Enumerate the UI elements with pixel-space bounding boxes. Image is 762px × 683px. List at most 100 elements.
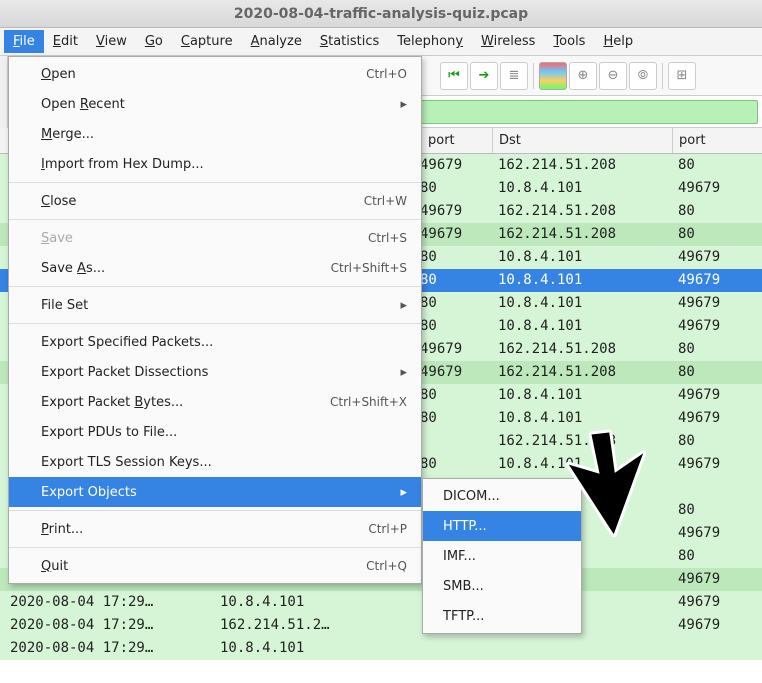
cell-port1: 49679 [420, 361, 492, 384]
menu-telephony[interactable]: Telephony [388, 30, 472, 53]
cell-dst: 10.8.4.101 [492, 315, 672, 338]
cell-dst: 10.8.4.101 [492, 269, 672, 292]
cell-dst: 10.8.4.101 [492, 407, 672, 430]
file-quit[interactable]: QuitCtrl+Q [9, 551, 421, 581]
go-next-button[interactable]: ➔ [470, 62, 498, 90]
column-header-port2[interactable]: port [672, 128, 762, 153]
cell-port2: 49679 [672, 177, 762, 200]
file-save-as[interactable]: Save As...Ctrl+Shift+S [9, 253, 421, 283]
file-export-dissections[interactable]: Export Packet Dissections▸ [9, 357, 421, 387]
cell-port2: 49679 [672, 591, 762, 614]
cell-dst: 162.214.51.208 [492, 200, 672, 223]
menu-separator [9, 219, 421, 220]
go-first-button[interactable]: ⏮ [440, 62, 468, 90]
cell-time: 2020-08-04 17:29… [0, 637, 220, 660]
cell-port2: 49679 [672, 384, 762, 407]
cell-dst: 10.8.4.101 [492, 177, 672, 200]
cell-port1: 80 [420, 292, 492, 315]
file-import-hex[interactable]: Import from Hex Dump... [9, 149, 421, 179]
cell-time: 2020-08-04 17:29… [0, 614, 220, 637]
export-objects-dicom[interactable]: DICOM... [423, 481, 581, 511]
cell-src: 10.8.4.101 [220, 591, 420, 614]
file-open[interactable]: OpenCtrl+O [9, 59, 421, 89]
menu-file[interactable]: File [4, 30, 44, 53]
file-file-set[interactable]: File Set▸ [9, 290, 421, 320]
cell-dst: 162.214.51.208 [492, 361, 672, 384]
menubar: File Edit View Go Capture Analyze Statis… [0, 28, 762, 56]
menu-help[interactable]: Help [594, 30, 642, 53]
cell-dst: 10.8.4.101 [492, 246, 672, 269]
table-row[interactable]: 2020-08-04 17:29…10.8.4.1014.10149679 [0, 591, 762, 614]
cell-dst [492, 637, 672, 660]
export-objects-imf[interactable]: IMF... [423, 541, 581, 571]
menu-separator [9, 286, 421, 287]
cell-port2: 80 [672, 545, 762, 568]
cell-dst: 162.214.51.208 [492, 338, 672, 361]
zoom-reset-button[interactable]: ⦾ [629, 62, 657, 90]
file-menu-dropdown: OpenCtrl+O Open Recent▸ Merge... Import … [8, 56, 422, 584]
cell-port1: 80 [420, 269, 492, 292]
cell-port1: 80 [420, 384, 492, 407]
file-export-specified[interactable]: Export Specified Packets... [9, 327, 421, 357]
file-merge[interactable]: Merge... [9, 119, 421, 149]
cell-port2: 80 [672, 499, 762, 522]
zoom-out-button[interactable]: ⊖ [599, 62, 627, 90]
cell-port2: 49679 [672, 246, 762, 269]
cell-dst: 10.8.4.101 [492, 292, 672, 315]
file-close[interactable]: CloseCtrl+W [9, 186, 421, 216]
resize-columns-button[interactable]: ⊞ [668, 62, 696, 90]
menu-view[interactable]: View [87, 30, 136, 53]
left-gutter [0, 56, 8, 128]
zoom-in-button[interactable]: ⊕ [569, 62, 597, 90]
cell-port1: 80 [420, 246, 492, 269]
cell-dst: 162.214.51.208 [492, 223, 672, 246]
file-open-recent[interactable]: Open Recent▸ [9, 89, 421, 119]
file-export-tls[interactable]: Export TLS Session Keys... [9, 447, 421, 477]
export-objects-smb[interactable]: SMB... [423, 571, 581, 601]
window-titlebar: 2020-08-04-traffic-analysis-quiz.pcap [0, 0, 762, 28]
menu-wireless[interactable]: Wireless [472, 30, 544, 53]
menu-separator [9, 547, 421, 548]
cell-port1: 80 [420, 177, 492, 200]
cell-port1: 80 [420, 315, 492, 338]
cell-port1: 80 [420, 407, 492, 430]
toolbar-divider-2 [662, 63, 663, 89]
window-title: 2020-08-04-traffic-analysis-quiz.pcap [234, 6, 528, 22]
cell-port1: 49679 [420, 200, 492, 223]
file-print[interactable]: Print...Ctrl+P [9, 514, 421, 544]
colorize-button[interactable] [539, 62, 567, 90]
cell-dst: 162.214.51.208 [492, 154, 672, 177]
menu-go[interactable]: Go [136, 30, 172, 53]
cell-port2: 49679 [672, 568, 762, 591]
cell-port2: 80 [672, 200, 762, 223]
cell-port2: 80 [672, 338, 762, 361]
table-row[interactable]: 2020-08-04 17:29…162.214.51.2…4.10149679 [0, 614, 762, 637]
export-objects-tftp[interactable]: TFTP... [423, 601, 581, 631]
autoscroll-button[interactable]: ≣ [500, 62, 528, 90]
table-row[interactable]: 2020-08-04 17:29…10.8.4.101 [0, 637, 762, 660]
cell-port2: 80 [672, 223, 762, 246]
menu-capture[interactable]: Capture [172, 30, 242, 53]
cell-port2 [672, 637, 762, 660]
column-header-dst[interactable]: Dst [492, 128, 672, 153]
menu-tools[interactable]: Tools [544, 30, 594, 53]
cell-port2: 80 [672, 361, 762, 384]
cell-port2: 49679 [672, 269, 762, 292]
file-export-pdus[interactable]: Export PDUs to File... [9, 417, 421, 447]
cell-port2: 80 [672, 154, 762, 177]
menu-analyze[interactable]: Analyze [242, 30, 311, 53]
toolbar-divider [533, 63, 534, 89]
export-objects-http[interactable]: HTTP... [423, 511, 581, 541]
file-export-objects[interactable]: Export Objects▸ [9, 477, 421, 507]
menu-separator [9, 182, 421, 183]
cell-src: 162.214.51.2… [220, 614, 420, 637]
cell-port1: 80 [420, 453, 492, 476]
cell-src: 10.8.4.101 [220, 637, 420, 660]
menu-edit[interactable]: Edit [44, 30, 87, 53]
menu-separator [9, 323, 421, 324]
menu-statistics[interactable]: Statistics [311, 30, 388, 53]
cell-dst: 10.8.4.101 [492, 453, 672, 476]
cell-port1: 49679 [420, 338, 492, 361]
file-export-bytes[interactable]: Export Packet Bytes...Ctrl+Shift+X [9, 387, 421, 417]
export-objects-submenu: DICOM... HTTP... IMF... SMB... TFTP... [422, 478, 582, 634]
